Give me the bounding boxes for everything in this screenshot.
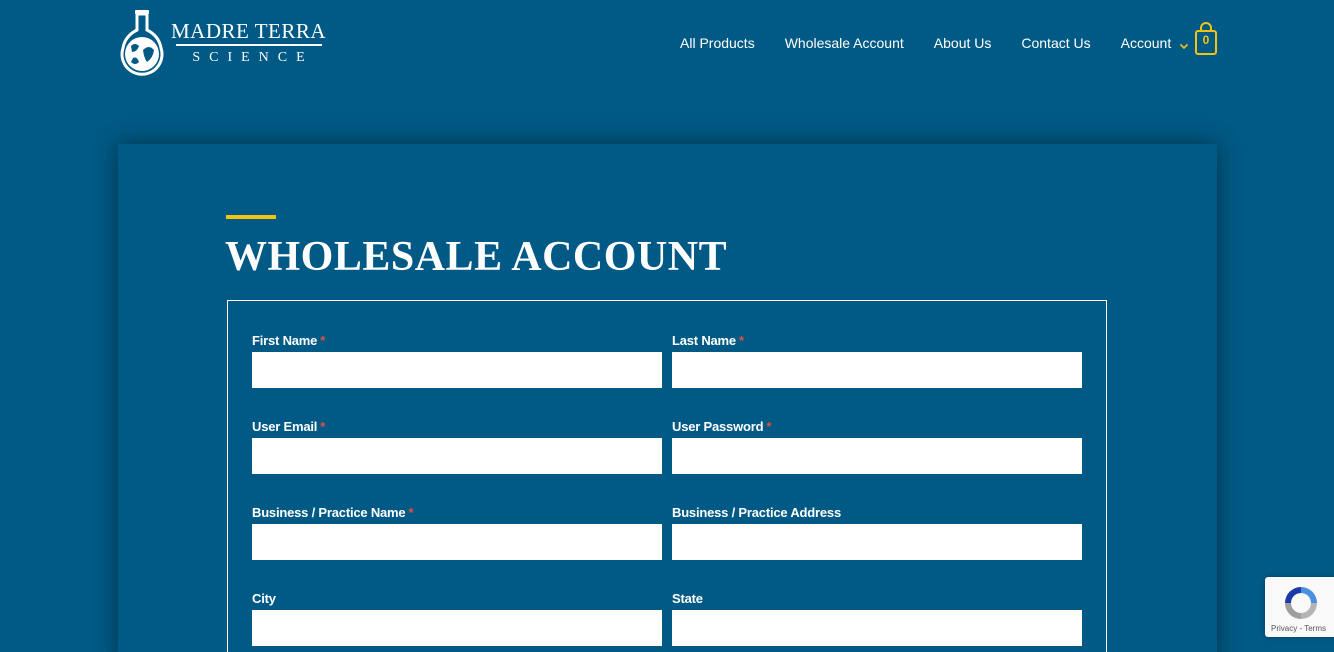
cart-button[interactable]: 0 <box>1194 22 1218 56</box>
user-email-label: User Email * <box>252 419 326 434</box>
recaptcha-badge[interactable]: Privacy - Terms <box>1265 577 1334 637</box>
last-name-field: Last Name * <box>672 332 1082 388</box>
state-label: State <box>672 591 703 606</box>
nav-all-products[interactable]: All Products <box>680 35 755 51</box>
required-marker: * <box>408 505 414 520</box>
user-email-field: User Email * <box>252 418 662 474</box>
state-input[interactable] <box>672 610 1082 646</box>
logo-divider <box>175 44 322 46</box>
last-name-input[interactable] <box>672 352 1082 388</box>
user-email-input[interactable] <box>252 438 662 474</box>
recaptcha-terms-link[interactable]: Terms <box>1304 624 1326 633</box>
required-marker: * <box>320 419 326 434</box>
recaptcha-privacy-link[interactable]: Privacy <box>1271 624 1297 633</box>
business-name-label: Business / Practice Name * <box>252 505 414 520</box>
brand-name-line2: SCIENCE <box>192 49 314 65</box>
city-label: City <box>252 591 276 606</box>
logo-wordmark: MADRE TERRA SCIENCE <box>171 20 326 66</box>
wholesale-card: WHOLESALE ACCOUNT First Name * Last Name *… <box>118 144 1217 652</box>
main-nav: All Products Wholesale Account About Us … <box>680 33 1189 53</box>
nav-account-label: Account <box>1120 35 1172 51</box>
nav-about-us[interactable]: About Us <box>934 35 992 51</box>
business-address-field: Business / Practice Address <box>672 504 1082 560</box>
nav-contact-us[interactable]: Contact Us <box>1021 35 1090 51</box>
title-accent-bar <box>226 215 276 219</box>
site-header: MADRE TERRA SCIENCE All Products Wholesa… <box>0 0 1334 90</box>
first-name-field: First Name * <box>252 332 662 388</box>
nav-account[interactable]: Account <box>1121 35 1190 51</box>
site-logo[interactable]: MADRE TERRA SCIENCE <box>117 8 326 78</box>
user-password-input[interactable] <box>672 438 1082 474</box>
business-name-input[interactable] <box>252 524 662 560</box>
wholesale-form: First Name * Last Name * User Email * User … <box>227 300 1107 652</box>
required-marker: * <box>738 333 744 348</box>
required-marker: * <box>320 333 326 348</box>
first-name-input[interactable] <box>252 352 662 388</box>
state-field: State <box>672 590 1082 646</box>
recaptcha-links: Privacy - Terms <box>1271 624 1326 634</box>
user-password-label: User Password * <box>672 419 772 434</box>
city-input[interactable] <box>252 610 662 646</box>
city-field: City <box>252 590 662 646</box>
brand-name-line1: MADRE TERRA <box>171 19 327 44</box>
business-address-input[interactable] <box>672 524 1082 560</box>
nav-wholesale-account[interactable]: Wholesale Account <box>785 35 904 51</box>
business-name-field: Business / Practice Name * <box>252 504 662 560</box>
required-marker: * <box>766 419 772 434</box>
page-title: WHOLESALE ACCOUNT <box>225 234 728 280</box>
flask-globe-icon <box>117 8 167 78</box>
user-password-field: User Password * <box>672 418 1082 474</box>
first-name-label: First Name * <box>252 333 326 348</box>
recaptcha-icon <box>1285 587 1317 619</box>
cart-count: 0 <box>1202 33 1210 47</box>
last-name-label: Last Name * <box>672 333 744 348</box>
business-address-label: Business / Practice Address <box>672 505 841 520</box>
chevron-down-icon <box>1179 38 1189 50</box>
